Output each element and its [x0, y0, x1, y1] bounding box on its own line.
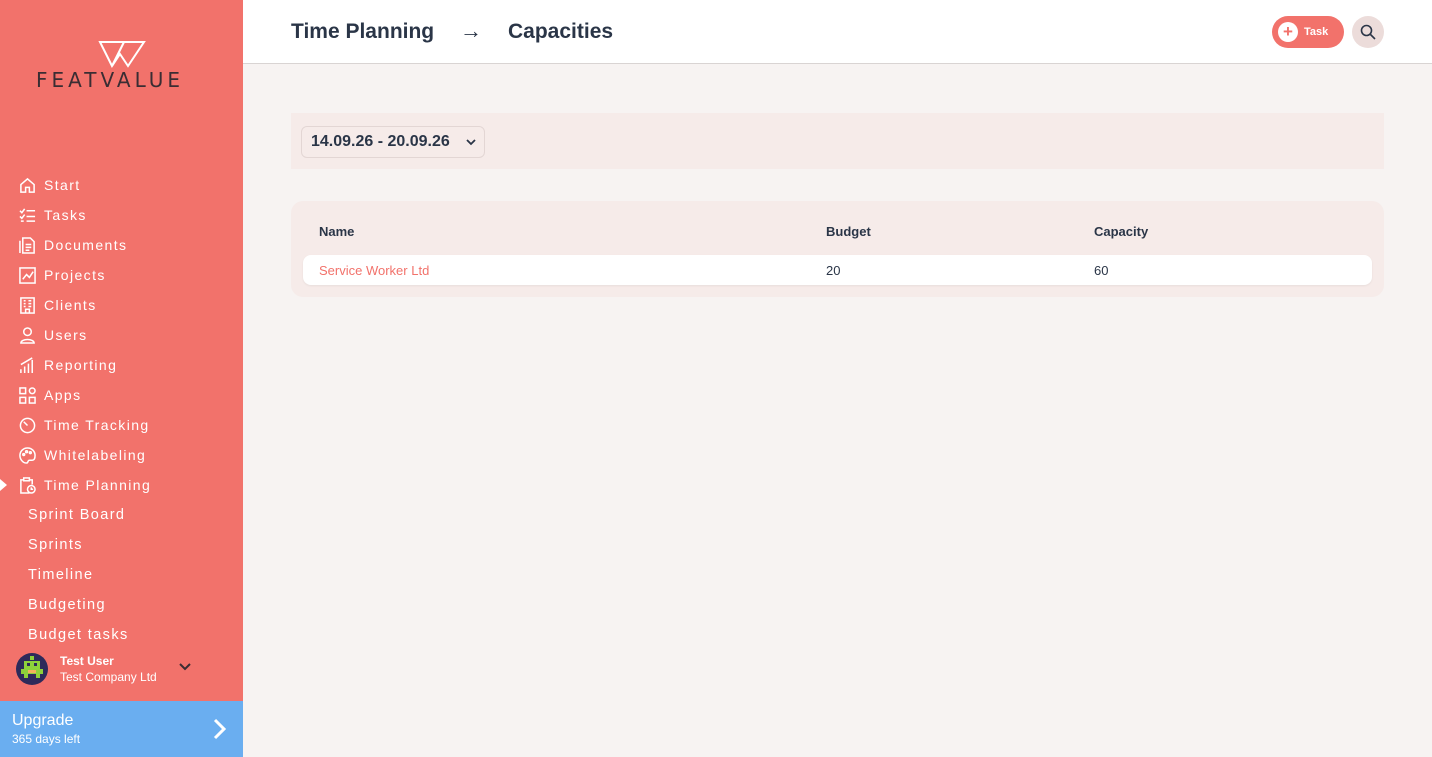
documents-icon [18, 236, 36, 254]
sidebar-item-clients[interactable]: Clients [0, 290, 243, 320]
user-name: Test User [60, 654, 114, 668]
sidebar-item-projects[interactable]: Projects [0, 260, 243, 290]
projects-chart-icon [18, 266, 36, 284]
logo-mark-icon [98, 41, 146, 68]
user-icon [18, 326, 36, 344]
avatar [16, 653, 48, 685]
sidebar-item-documents[interactable]: Documents [0, 230, 243, 260]
filter-bar: 14.09.26 - 20.09.26 [291, 113, 1384, 169]
sidebar-item-time-planning[interactable]: Time Planning [0, 470, 243, 500]
sidebar-item-label: Projects [44, 267, 106, 283]
palette-icon [18, 446, 36, 464]
row-budget: 20 [826, 263, 841, 278]
upgrade-title: Upgrade [12, 712, 74, 729]
apps-grid-icon [18, 386, 36, 404]
plus-icon: + [1278, 22, 1298, 42]
logo-text: FEATVALUE [36, 68, 184, 92]
home-icon [18, 176, 36, 194]
sidebar-item-users[interactable]: Users [0, 320, 243, 350]
user-menu[interactable]: Test User Test Company Ltd [16, 651, 226, 687]
sidebar-item-label: Time Tracking [44, 417, 150, 433]
chevron-down-icon [179, 663, 191, 671]
add-task-button[interactable]: + Task [1272, 16, 1344, 48]
sidebar-nav: Start Tasks Documents Projects Clients U… [0, 170, 243, 650]
sidebar-item-whitelabeling[interactable]: Whitelabeling [0, 440, 243, 470]
sidebar-subitem-sprint-board[interactable]: Sprint Board [0, 500, 243, 530]
sidebar-item-apps[interactable]: Apps [0, 380, 243, 410]
add-task-label: Task [1304, 26, 1329, 38]
sidebar-item-label: Time Planning [44, 477, 152, 493]
week-select-value: 14.09.26 - 20.09.26 [311, 133, 450, 150]
sidebar-subitem-timeline[interactable]: Timeline [0, 560, 243, 590]
table-row[interactable]: Service Worker Ltd 20 60 [303, 255, 1372, 285]
sidebar-subitem-budgeting[interactable]: Budgeting [0, 590, 243, 620]
capacities-table: Name Budget Capacity Service Worker Ltd … [291, 201, 1384, 297]
sidebar-item-label: Documents [44, 237, 128, 253]
breadcrumb-capacities: Capacities [508, 20, 614, 43]
upgrade-days-left: 365 days left [12, 732, 81, 746]
column-header-capacity: Capacity [1094, 224, 1149, 239]
sidebar-item-label: Apps [44, 387, 82, 403]
featvalue-logo[interactable]: FEATVALUE [36, 40, 211, 92]
sidebar: FEATVALUE Start Tasks Documents Projects… [0, 0, 243, 757]
sidebar-item-label: Reporting [44, 357, 118, 373]
clipboard-clock-icon [18, 476, 36, 494]
row-name-link[interactable]: Service Worker Ltd [319, 263, 429, 278]
top-header: Time Planning → Capacities + Task [243, 0, 1432, 64]
pixel-avatar-icon [21, 656, 43, 678]
search-button[interactable] [1352, 16, 1384, 48]
sidebar-item-label: Start [44, 177, 81, 193]
sidebar-item-time-tracking[interactable]: Time Tracking [0, 410, 243, 440]
sidebar-item-start[interactable]: Start [0, 170, 243, 200]
sidebar-subitem-sprints[interactable]: Sprints [0, 530, 243, 560]
sidebar-item-tasks[interactable]: Tasks [0, 200, 243, 230]
breadcrumb-arrow: → [460, 18, 482, 43]
sidebar-item-label: Clients [44, 297, 97, 313]
sidebar-item-label: Users [44, 327, 88, 343]
week-select[interactable]: 14.09.26 - 20.09.26 [301, 126, 485, 158]
search-icon [1360, 24, 1376, 40]
user-company: Test Company Ltd [60, 670, 157, 684]
chevron-down-icon [466, 139, 476, 146]
timer-icon [18, 416, 36, 434]
column-header-budget: Budget [826, 224, 871, 239]
column-header-name: Name [319, 224, 355, 239]
breadcrumb-time-planning[interactable]: Time Planning [291, 20, 434, 44]
sidebar-item-reporting[interactable]: Reporting [0, 350, 243, 380]
building-icon [18, 296, 36, 314]
sidebar-item-label: Whitelabeling [44, 447, 147, 463]
bar-chart-icon [18, 356, 36, 374]
upgrade-banner[interactable]: Upgrade 365 days left [0, 701, 243, 757]
checklist-icon [18, 206, 36, 224]
sidebar-item-label: Tasks [44, 207, 87, 223]
sidebar-subitem-budget-tasks[interactable]: Budget tasks [0, 620, 243, 650]
chevron-right-icon [213, 718, 227, 740]
row-capacity: 60 [1094, 263, 1109, 278]
